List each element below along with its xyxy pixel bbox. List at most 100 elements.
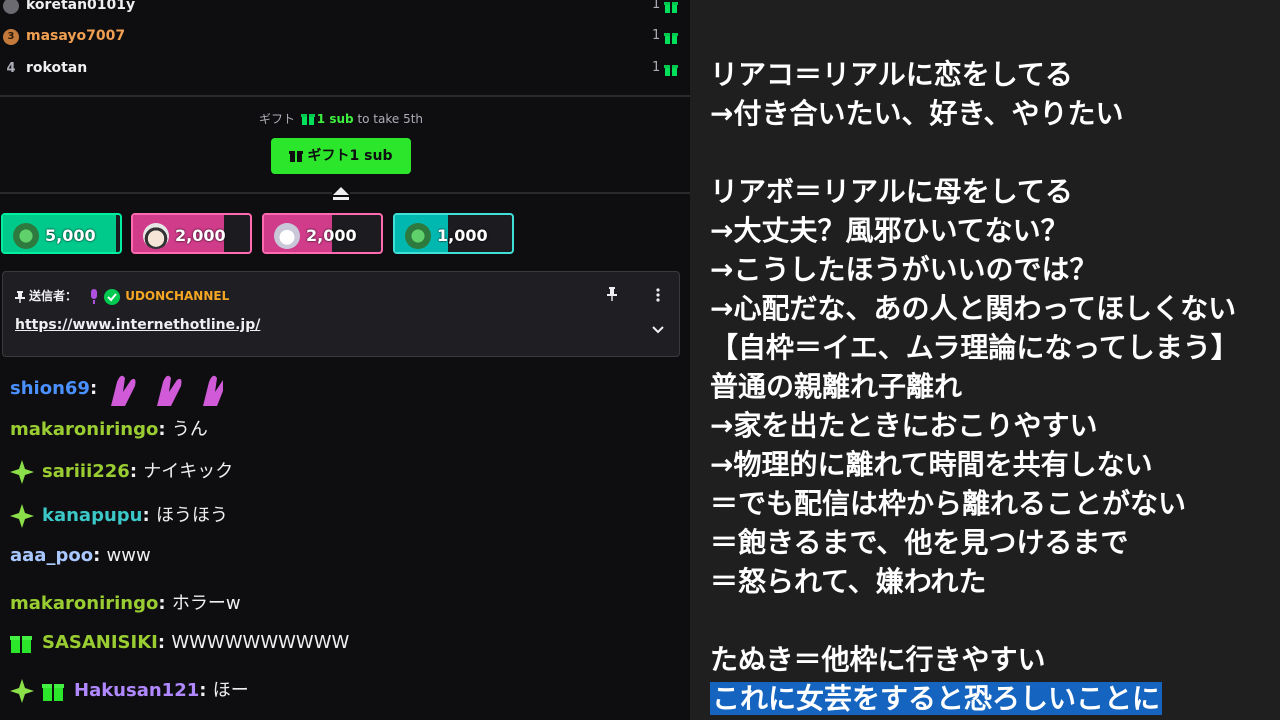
leaderboard-username[interactable]: rokotan xyxy=(26,60,87,76)
chat-message: kanapupu: ほうほう xyxy=(10,501,228,528)
rank-number: 4 xyxy=(6,61,16,76)
leaderboard-username[interactable]: masayo7007 xyxy=(26,28,125,44)
chat-message: SASANISIKI: WWWWWWWWWW xyxy=(10,632,349,653)
note-line[interactable]: リアボ＝リアルに母をしてる xyxy=(710,170,1073,210)
note-line[interactable]: ＝飽きるまで、他を見つけるまで xyxy=(710,521,1128,561)
chat-username[interactable]: makaroniringo xyxy=(10,419,158,440)
gift-hint-highlight: 1 sub xyxy=(316,112,354,126)
gift-hint: ギフト 1 sub to take 5th xyxy=(0,110,682,127)
chat-text: ほうほう xyxy=(155,505,228,526)
note-line[interactable]: →心配だな、あの人と関わってほしくない xyxy=(710,287,1236,327)
leaderboard-username[interactable]: koretan0101y xyxy=(26,0,135,13)
chat-text: ナイキック xyxy=(143,461,234,482)
hype-amount: 2,000 xyxy=(306,226,357,245)
gift-hint-prefix: ギフト xyxy=(258,112,295,126)
avatar xyxy=(405,223,431,249)
note-line[interactable]: →物理的に離れて時間を共有しない xyxy=(710,443,1153,483)
chat-username[interactable]: Hakusan121 xyxy=(74,680,199,701)
chat-text: WWWWWWWWWW xyxy=(171,632,350,653)
selected-text[interactable]: これに女芸をすると恐ろしいことに xyxy=(710,682,1163,715)
note-line[interactable]: 【自枠＝イエ、ムラ理論になってしまう】 xyxy=(710,326,1239,366)
more-options-icon[interactable] xyxy=(656,288,660,302)
gift-button-label: ギフト1 sub xyxy=(307,148,393,164)
gift-icon xyxy=(300,114,315,125)
gift-icon xyxy=(664,2,678,13)
sparkle-badge-icon xyxy=(10,460,34,484)
chat-username[interactable]: sariii226 xyxy=(42,461,130,482)
note-line[interactable]: →付き合いたい、好き、やりたい xyxy=(710,92,1124,132)
note-line[interactable]: たぬき＝他枠に行きやすい xyxy=(710,638,1045,678)
note-line[interactable]: ＝怒られて、嫌われた xyxy=(710,560,986,600)
gift-icon xyxy=(288,150,303,162)
chat-colon: : xyxy=(199,680,213,701)
gift-count: 1 xyxy=(652,28,661,43)
note-line[interactable]: 普通の親離れ子離れ xyxy=(710,365,962,405)
chat-message: aaa_poo: www xyxy=(10,545,151,566)
gift-badge-icon xyxy=(42,684,64,701)
chat-username[interactable]: aaa_poo xyxy=(10,545,93,566)
divider xyxy=(0,95,690,97)
gift-icon xyxy=(664,33,678,44)
gift-hint-suffix: to take 5th xyxy=(357,112,424,126)
pin-icon xyxy=(15,290,25,303)
note-line[interactable]: →こうしたほうがいいのでは？ xyxy=(710,248,1097,288)
chat-colon: : xyxy=(142,505,156,526)
note-line[interactable]: ＝でも配信は枠から離れることがない xyxy=(710,482,1186,522)
pinned-link[interactable]: https://www.internethotline.jp/ xyxy=(15,317,260,333)
sender-label: 送信者： xyxy=(29,289,78,303)
chat-text: ほー xyxy=(212,680,249,701)
hype-amount: 2,000 xyxy=(175,226,226,245)
chat-message: sariii226: ナイキック xyxy=(10,457,233,484)
hype-amount: 5,000 xyxy=(45,226,96,245)
hype-card[interactable]: 5,000 xyxy=(1,213,122,254)
gift-badge-icon xyxy=(10,636,32,653)
chat-colon: : xyxy=(158,593,172,614)
hype-card[interactable]: 1,000 xyxy=(393,213,514,254)
rank-badge xyxy=(3,0,19,14)
eject-collapse-icon[interactable] xyxy=(332,186,350,202)
chat-colon: : xyxy=(93,545,107,566)
note-line[interactable]: リアコ＝リアルに恋をしてる xyxy=(710,53,1073,93)
avatar xyxy=(143,223,169,249)
avatar xyxy=(274,223,300,249)
avatar xyxy=(13,223,39,249)
chat-message: makaroniringo: ホラーw xyxy=(10,589,241,615)
rank-badge: 3 xyxy=(3,29,19,45)
gift-icon xyxy=(664,65,678,76)
chat-text: ホラーw xyxy=(171,593,241,614)
pinned-sender: 送信者： UDONCHANNEL xyxy=(15,287,229,306)
chat-colon: : xyxy=(158,419,172,440)
leaderboard-row[interactable]: 4 rokotan 1 xyxy=(0,54,690,86)
chat-colon: : xyxy=(129,461,144,482)
chat-username[interactable]: shion69 xyxy=(10,378,90,399)
praying-hands-emote-icon xyxy=(111,375,227,406)
chat-colon: : xyxy=(157,632,172,653)
chat-message: makaroniringo: うん xyxy=(10,415,208,441)
pinned-message: 送信者： UDONCHANNEL https://www.internethot… xyxy=(2,271,680,357)
pinned-sender-name[interactable]: UDONCHANNEL xyxy=(125,289,229,303)
sparkle-badge-icon xyxy=(10,504,34,528)
note-line[interactable]: →家を出たときにおこりやすい xyxy=(710,404,1097,444)
chat-colon: : xyxy=(89,378,98,399)
note-line-selected[interactable]: これに女芸をすると恐ろしいことに xyxy=(710,677,1163,717)
leaderboard-row[interactable]: koretan0101y 1 xyxy=(0,0,690,23)
chat-username[interactable]: kanapupu xyxy=(42,505,142,526)
sparkle-badge-icon xyxy=(10,679,34,703)
verified-icon xyxy=(104,288,121,305)
chat-username[interactable]: makaroniringo xyxy=(10,593,158,614)
note-line[interactable]: →大丈夫？風邪ひいてない？ xyxy=(710,209,1069,249)
chat-panel: koretan0101y 1 3 masayo7007 1 4 rokotan … xyxy=(0,0,690,720)
chat-message: Hakusan121: ほー xyxy=(10,676,249,703)
hype-card[interactable]: 2,000 xyxy=(262,213,383,254)
gift-sub-button[interactable]: ギフト1 sub xyxy=(271,138,411,174)
chat-text: www xyxy=(106,545,151,566)
hype-amount: 1,000 xyxy=(437,226,488,245)
chat-message: shion69: xyxy=(10,368,227,410)
chat-text: うん xyxy=(171,419,208,440)
chevron-down-icon[interactable] xyxy=(651,325,665,335)
pin-icon[interactable] xyxy=(606,287,618,301)
microphone-icon xyxy=(91,288,98,304)
chat-username[interactable]: SASANISIKI xyxy=(42,632,158,653)
leaderboard-row[interactable]: 3 masayo7007 1 xyxy=(0,22,690,54)
hype-card[interactable]: 2,000 xyxy=(131,213,252,254)
